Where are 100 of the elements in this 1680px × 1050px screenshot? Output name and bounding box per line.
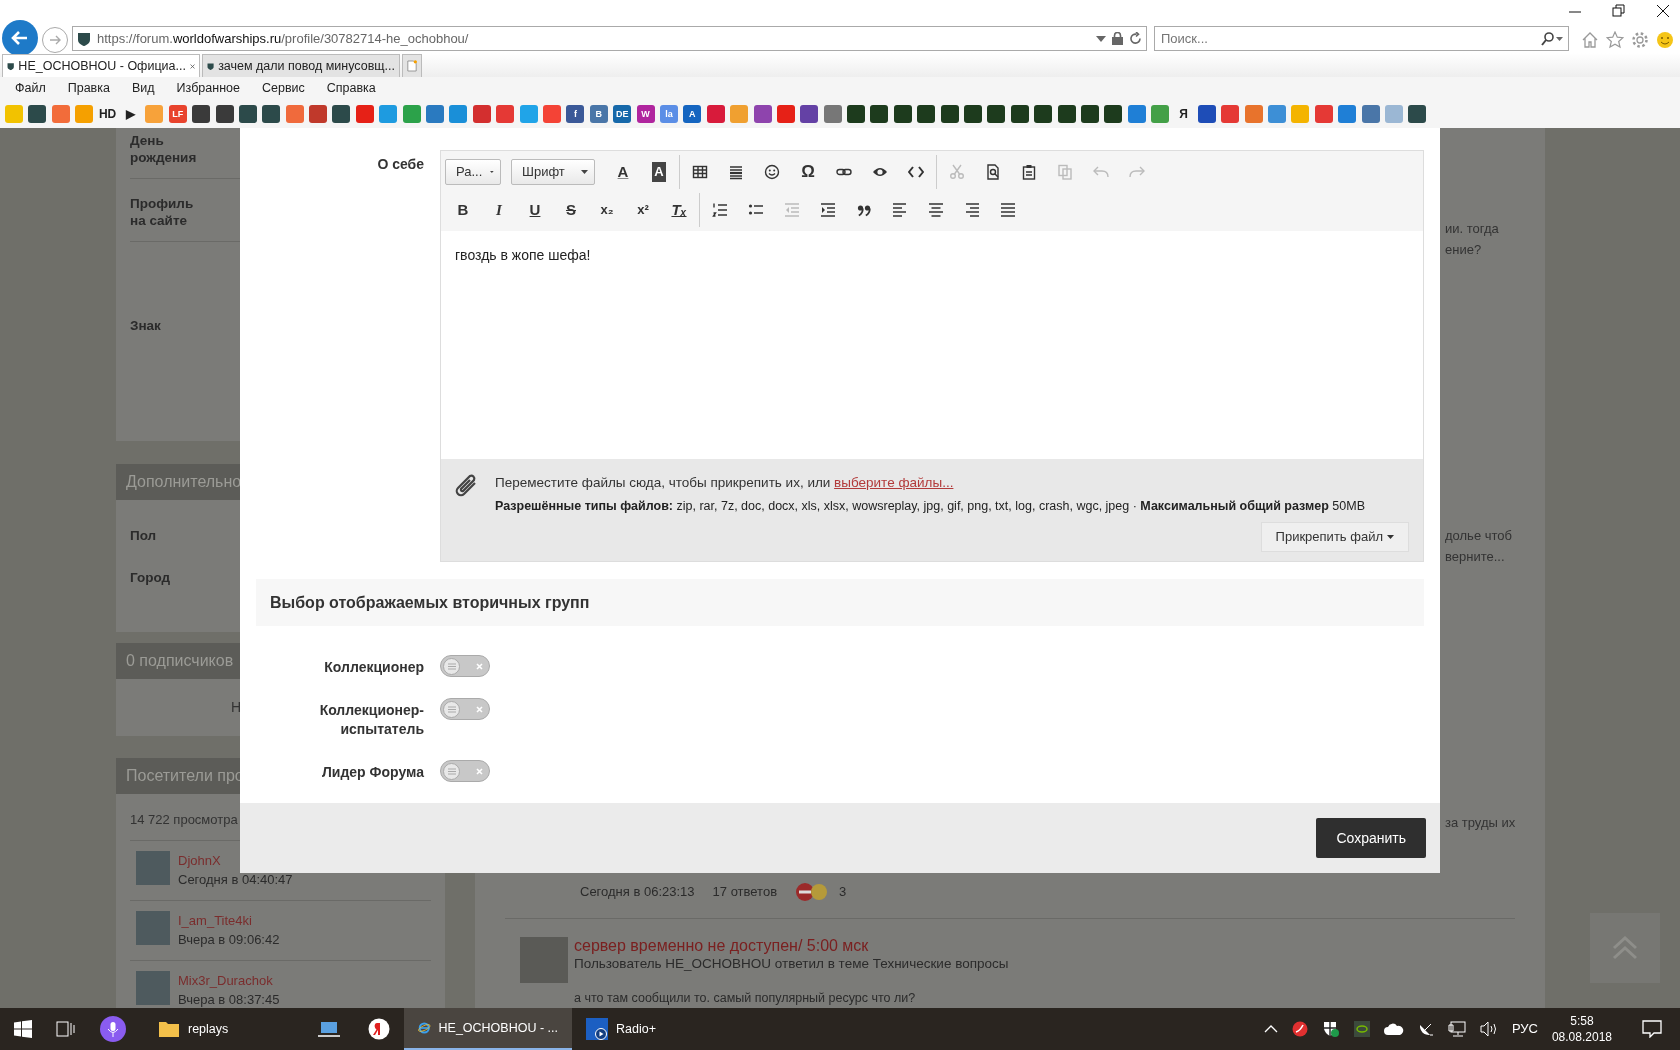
menu-item[interactable]: Сервис	[250, 79, 316, 98]
favorite-icon[interactable]	[1408, 105, 1427, 123]
menu-item[interactable]: Файл	[4, 79, 57, 98]
taskbar-app[interactable]: replays	[144, 1008, 304, 1050]
browser-tab[interactable]: HE_OCHOBHOU - Официа...	[2, 54, 200, 77]
favorite-icon[interactable]	[870, 105, 889, 123]
favorite-link[interactable]: B	[589, 105, 608, 123]
cloud-icon[interactable]	[1383, 1023, 1404, 1035]
clock-date: 08.08.2018	[1551, 1029, 1612, 1045]
favorite-link[interactable]: ▶	[121, 105, 140, 123]
favorite-icon[interactable]	[28, 105, 47, 123]
favorite-link[interactable]: f	[566, 105, 585, 123]
favorite-icon[interactable]	[1080, 105, 1099, 123]
favorite-link[interactable]: A	[683, 105, 702, 123]
visit-time: Сегодня в 04:40:47	[178, 871, 293, 889]
close-icon[interactable]	[1656, 4, 1670, 18]
favorite-icon[interactable]	[800, 105, 819, 123]
favorite-icon[interactable]	[1010, 105, 1029, 123]
favorite-icon[interactable]	[192, 105, 211, 123]
star-icon[interactable]	[1606, 31, 1624, 49]
favorite-icon[interactable]	[847, 105, 866, 123]
clear-button[interactable]: Tₓ	[661, 195, 697, 225]
format-dropdown[interactable]: Ра...	[445, 159, 501, 185]
windows-logo-icon	[14, 1020, 32, 1038]
menu-item[interactable]: Вид	[120, 79, 166, 98]
search-input[interactable]: Поиск...	[1159, 27, 1534, 50]
avatar-placeholder	[136, 970, 170, 1005]
bgcolor-button[interactable]: A	[641, 157, 677, 187]
favorite-link[interactable]: DE	[613, 105, 632, 123]
strike-button[interactable]: S	[553, 195, 589, 225]
favorite-icon[interactable]	[1057, 105, 1076, 123]
language-indicator[interactable]: РУС	[1511, 1019, 1538, 1039]
favorite-icon[interactable]	[1034, 105, 1053, 123]
settings-icon[interactable]	[1631, 31, 1649, 49]
notification-icon[interactable]	[1642, 1020, 1662, 1038]
task-view-icon	[56, 1021, 76, 1037]
volume-icon[interactable]	[1479, 1021, 1498, 1037]
smiley-icon	[764, 164, 780, 180]
favorite-link[interactable]: LF	[168, 105, 187, 123]
browser-tab[interactable]: зачем дали повод минусовщ...	[202, 54, 400, 77]
taskbar-app[interactable]: Radio+	[572, 1008, 677, 1050]
sub-button[interactable]: x₂	[589, 195, 625, 225]
favorite-icon[interactable]	[893, 105, 912, 123]
home-icon[interactable]	[1581, 31, 1599, 49]
favorite-icon[interactable]	[262, 105, 281, 123]
menu-item[interactable]: Справка	[315, 79, 387, 98]
choose-files-link[interactable]: выберите файлы...	[834, 475, 954, 490]
favorite-icon[interactable]	[940, 105, 959, 123]
back-button[interactable]	[2, 20, 38, 56]
circle-icon[interactable]	[1291, 1021, 1308, 1037]
favorite-icon[interactable]	[987, 105, 1006, 123]
reaction-count: 3	[839, 883, 847, 902]
gpu-icon[interactable]	[1353, 1021, 1370, 1037]
favorite-icon[interactable]	[215, 105, 234, 123]
toggle-switch[interactable]	[440, 760, 490, 782]
search-icon[interactable]	[1540, 31, 1564, 46]
toggle-switch[interactable]	[440, 655, 490, 677]
favorite-icon[interactable]	[1197, 105, 1216, 123]
shield-icon[interactable]	[1321, 1020, 1340, 1038]
favorite-icon[interactable]	[753, 105, 772, 123]
avatar-placeholder	[136, 850, 170, 885]
copy-icon	[1057, 164, 1073, 180]
cut-icon	[949, 164, 965, 180]
tab-title: зачем дали повод минусовщ...	[218, 57, 395, 75]
favorite-icon[interactable]	[1104, 105, 1123, 123]
address-bar[interactable]: https://forum.worldofwarships.ru/profile/30782714-he_ochobhou/	[72, 26, 1147, 51]
favorite-icon[interactable]	[238, 105, 257, 123]
omega-button[interactable]: Ω	[790, 157, 826, 187]
favorite-icon[interactable]	[309, 105, 328, 123]
chevron-up-icon[interactable]	[1263, 1025, 1278, 1033]
font-dropdown[interactable]: Шрифт	[511, 159, 595, 185]
app-label: Radio+	[616, 1020, 656, 1038]
search-field[interactable]: Поиск...	[1154, 26, 1569, 51]
smiley-icon[interactable]	[1656, 31, 1674, 49]
clock-time: 5:58	[1570, 1013, 1594, 1029]
favorite-icon[interactable]	[917, 105, 936, 123]
ul-icon	[748, 202, 764, 218]
menu-item[interactable]: Правка	[56, 79, 121, 98]
save-button[interactable]: Сохранить	[1316, 818, 1426, 858]
satellite-dish-icon[interactable]	[1417, 1021, 1434, 1037]
network-icon[interactable]	[1447, 1021, 1466, 1037]
favorite-link[interactable]: W	[636, 105, 655, 123]
dropdown-caret-icon[interactable]	[1096, 35, 1106, 42]
favorite-icon[interactable]	[332, 105, 351, 123]
sup-button[interactable]: x²	[625, 195, 661, 225]
restore-icon[interactable]	[1612, 4, 1626, 18]
menu-item[interactable]: Избранное	[165, 79, 251, 98]
refresh-icon[interactable]	[1129, 32, 1142, 45]
italic-button[interactable]: I	[481, 195, 517, 225]
ol-icon	[712, 202, 728, 218]
taskbar-app[interactable]: HE_OCHOBHOU - ...	[404, 1008, 572, 1050]
text-fragment: за труды их	[1445, 814, 1517, 832]
underline-button[interactable]: U	[517, 195, 553, 225]
favorite-link[interactable]: HD	[98, 105, 117, 123]
textcolor-button[interactable]: A	[605, 157, 641, 187]
favorite-link[interactable]: Я	[1174, 105, 1193, 123]
attach-file-button[interactable]: Прикрепить файл	[1260, 522, 1409, 552]
cross-icon	[476, 705, 483, 713]
toggle-switch[interactable]	[440, 698, 490, 720]
bold-button[interactable]: B	[445, 195, 481, 225]
